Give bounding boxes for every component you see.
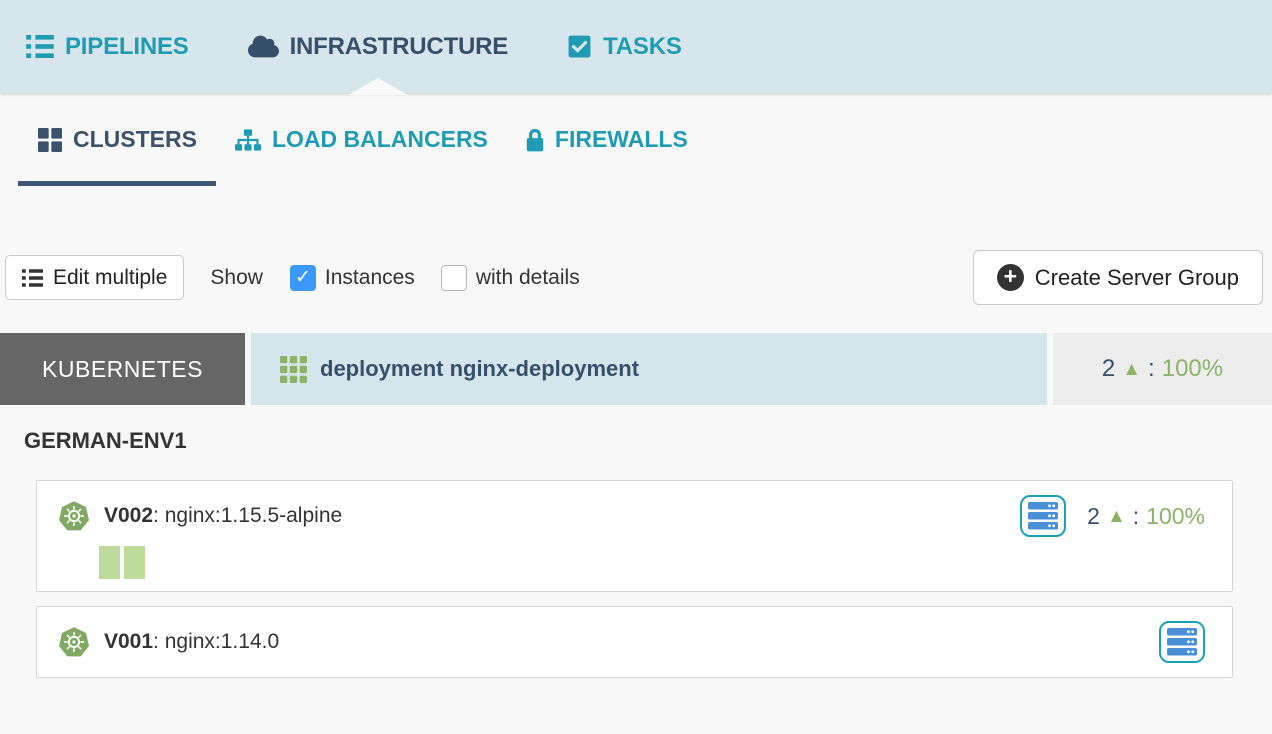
instance-square[interactable] bbox=[124, 546, 145, 579]
clusters-toolbar: Edit multiple Show Instances with detail… bbox=[5, 250, 1263, 305]
stats-separator: : bbox=[1148, 355, 1155, 383]
health-percent: 100% bbox=[1162, 355, 1223, 383]
cluster-title-bar[interactable]: deployment nginx-deployment bbox=[251, 333, 1047, 405]
nav-pipelines-label: PIPELINES bbox=[65, 33, 189, 61]
up-triangle-icon: ▲ bbox=[1107, 507, 1126, 526]
cluster-header: KUBERNETES deployment nginx-deployment 2… bbox=[0, 333, 1272, 405]
infrastructure-subnav: CLUSTERS LOAD BALANCERS FIREWALLS bbox=[0, 93, 1272, 186]
cluster-title: deployment nginx-deployment bbox=[320, 356, 639, 382]
region-title: GERMAN-ENV1 bbox=[24, 428, 1272, 454]
spinnaker-app: PIPELINES INFRASTRUCTURE TASKS CLUSTERS bbox=[0, 0, 1272, 678]
server-group-health-stats: 2 ▲ : 100% bbox=[1087, 503, 1205, 530]
lock-icon bbox=[526, 128, 544, 152]
tab-load-balancers-label: LOAD BALANCERS bbox=[272, 126, 488, 153]
instances-checkbox[interactable] bbox=[290, 265, 316, 291]
check-square-icon bbox=[567, 34, 592, 59]
list-icon bbox=[22, 269, 43, 287]
server-stack-icon[interactable] bbox=[1020, 495, 1066, 537]
with-details-checkbox[interactable] bbox=[441, 265, 467, 291]
cloud-icon bbox=[248, 34, 279, 59]
instances-checkbox-group[interactable]: Instances bbox=[290, 265, 415, 291]
tab-clusters-label: CLUSTERS bbox=[73, 126, 197, 153]
server-group-detail: : nginx:1.15.5-alpine bbox=[153, 504, 342, 527]
instance-count: 2 bbox=[1087, 503, 1100, 530]
active-tab-pointer bbox=[348, 78, 408, 95]
grid-2x2-icon bbox=[38, 128, 62, 152]
nav-infrastructure-label: INFRASTRUCTURE bbox=[290, 33, 509, 61]
with-details-label: with details bbox=[476, 266, 580, 290]
with-details-checkbox-group[interactable]: with details bbox=[441, 265, 580, 291]
server-group-row: V002: nginx:1.15.5-alpine 2 ▲ : 100% bbox=[58, 495, 1205, 537]
cluster-health-stats: 2 ▲ : 100% bbox=[1053, 333, 1272, 405]
edit-multiple-button[interactable]: Edit multiple bbox=[5, 255, 184, 300]
server-group-card-v001[interactable]: V001: nginx:1.14.0 bbox=[36, 606, 1233, 678]
server-group-right bbox=[1159, 621, 1205, 663]
tab-clusters[interactable]: CLUSTERS bbox=[18, 93, 216, 186]
instance-square[interactable] bbox=[99, 546, 120, 579]
tab-firewalls[interactable]: FIREWALLS bbox=[507, 93, 707, 186]
up-triangle-icon: ▲ bbox=[1122, 360, 1141, 379]
nav-tasks[interactable]: TASKS bbox=[567, 33, 682, 61]
server-group-detail: : nginx:1.14.0 bbox=[153, 630, 279, 653]
stats-separator: : bbox=[1133, 503, 1139, 530]
instance-row bbox=[99, 546, 1205, 579]
tab-firewalls-label: FIREWALLS bbox=[555, 126, 688, 153]
list-icon bbox=[26, 35, 54, 58]
server-group-title: V002: nginx:1.15.5-alpine bbox=[104, 504, 342, 528]
server-group-title: V001: nginx:1.14.0 bbox=[104, 630, 279, 654]
sitemap-icon bbox=[235, 129, 261, 151]
server-group-name: V001 bbox=[104, 630, 153, 653]
server-group-card-v002[interactable]: V002: nginx:1.15.5-alpine 2 ▲ : 100% bbox=[36, 480, 1233, 592]
server-stack-icon[interactable] bbox=[1159, 621, 1205, 663]
grid-3x3-icon bbox=[280, 356, 307, 383]
provider-tag: KUBERNETES bbox=[0, 333, 245, 405]
plus-circle-icon bbox=[997, 264, 1024, 291]
health-percent: 100% bbox=[1146, 503, 1205, 530]
clusters-content: Edit multiple Show Instances with detail… bbox=[0, 250, 1272, 678]
instance-count: 2 bbox=[1102, 355, 1115, 383]
tab-load-balancers[interactable]: LOAD BALANCERS bbox=[216, 93, 507, 186]
main-nav: PIPELINES INFRASTRUCTURE TASKS bbox=[0, 0, 1272, 93]
nav-tasks-label: TASKS bbox=[603, 33, 682, 61]
edit-multiple-label: Edit multiple bbox=[53, 266, 167, 290]
instances-label: Instances bbox=[325, 266, 415, 290]
create-server-group-button[interactable]: Create Server Group bbox=[973, 250, 1263, 305]
kubernetes-icon bbox=[58, 500, 90, 532]
nav-pipelines[interactable]: PIPELINES bbox=[26, 33, 189, 61]
show-label: Show bbox=[210, 266, 263, 290]
nav-infrastructure[interactable]: INFRASTRUCTURE bbox=[248, 33, 509, 61]
server-group-name: V002 bbox=[104, 504, 153, 527]
kubernetes-icon bbox=[58, 626, 90, 658]
server-group-right: 2 ▲ : 100% bbox=[1020, 495, 1205, 537]
server-group-row: V001: nginx:1.14.0 bbox=[58, 621, 1205, 663]
create-server-group-label: Create Server Group bbox=[1035, 265, 1239, 291]
